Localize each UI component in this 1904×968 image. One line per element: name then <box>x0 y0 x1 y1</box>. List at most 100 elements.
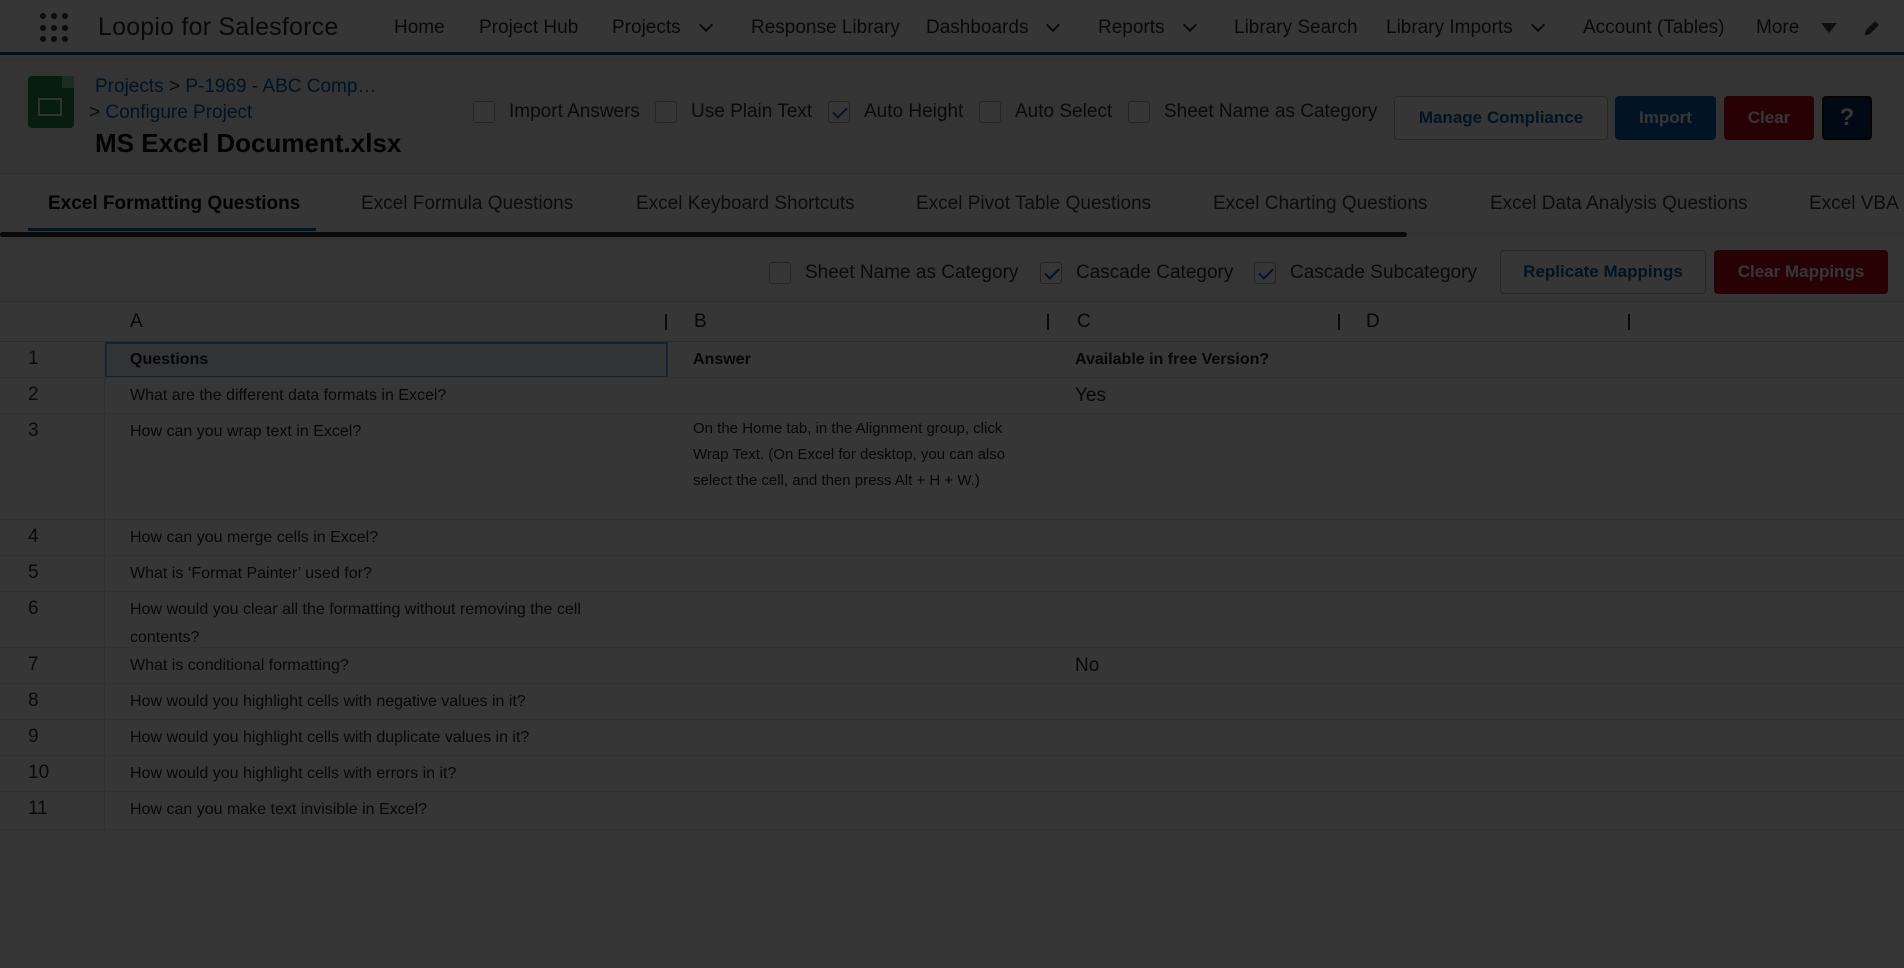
cell-a2[interactable]: What are the different data formats in E… <box>130 382 446 410</box>
nav-item-more[interactable]: More <box>1756 17 1838 39</box>
cell-a5[interactable]: What is ‘Format Painter’ used for? <box>130 560 372 588</box>
cell-a10[interactable]: How would you highlight cells with error… <box>130 760 456 788</box>
cascade-category-option[interactable]: Cascade Category <box>1040 262 1233 284</box>
cell-a11[interactable]: How can you make text invisible in Excel… <box>130 796 427 824</box>
tab-excel-formula-questions[interactable]: Excel Formula Questions <box>361 193 573 215</box>
nav-item-response-library[interactable]: Response Library <box>751 17 900 39</box>
nav-item-dashboards[interactable]: Dashboards <box>926 17 1061 39</box>
cell-b3[interactable]: On the Home tab, in the Alignment group,… <box>693 416 1011 494</box>
tab-excel-keyboard-shortcuts[interactable]: Excel Keyboard Shortcuts <box>636 193 855 215</box>
chevron-down-icon[interactable] <box>698 17 713 33</box>
import-answers-option[interactable]: Import Answers <box>473 101 640 123</box>
import-button[interactable]: Import <box>1615 96 1716 140</box>
nav-item-project-hub[interactable]: Project Hub <box>479 17 578 39</box>
chevron-down-icon[interactable] <box>1046 17 1061 33</box>
cell-a1[interactable]: Questions <box>130 346 208 374</box>
nav-item-library-search[interactable]: Library Search <box>1234 17 1358 39</box>
cascade-category-checkbox[interactable] <box>1040 262 1062 284</box>
column-resize-handle[interactable] <box>1628 314 1630 330</box>
column-resize-handle[interactable] <box>665 314 667 330</box>
tab-excel-vba[interactable]: Excel VBA <box>1809 193 1899 215</box>
use-plain-text-checkbox[interactable] <box>655 101 677 123</box>
cell-a7[interactable]: What is conditional formatting? <box>130 652 349 680</box>
table-row: 4 How can you merge cells in Excel? <box>0 520 1904 556</box>
breadcrumb-configure: > Configure Project <box>89 102 252 124</box>
use-plain-text-option[interactable]: Use Plain Text <box>655 101 812 123</box>
cell-a4[interactable]: How can you merge cells in Excel? <box>130 524 378 552</box>
option-label: Auto Height <box>864 101 964 122</box>
column-header-b[interactable]: B <box>690 303 707 341</box>
table-row: 9 How would you highlight cells with dup… <box>0 720 1904 756</box>
help-button[interactable]: ? <box>1822 96 1872 140</box>
clear-mappings-button[interactable]: Clear Mappings <box>1714 250 1888 294</box>
caret-down-icon[interactable] <box>1821 23 1838 33</box>
nav-item-reports[interactable]: Reports <box>1098 17 1197 39</box>
auto-height-checkbox[interactable] <box>828 101 850 123</box>
option-label: Sheet Name as Category <box>1164 101 1378 122</box>
table-row: 7 What is conditional formatting? No <box>0 648 1904 684</box>
spreadsheet-icon <box>28 76 74 128</box>
cascade-subcategory-checkbox[interactable] <box>1254 262 1276 284</box>
option-label: Sheet Name as Category <box>805 262 1019 283</box>
column-resize-handle[interactable] <box>1338 314 1340 330</box>
sheet-name-category-checkbox[interactable] <box>1128 101 1150 123</box>
cell-b1[interactable]: Answer <box>693 346 751 374</box>
row-number: 1 <box>28 348 39 369</box>
mapping-toolbar: Sheet Name as Category Cascade Category … <box>0 238 1904 302</box>
nav-item-home[interactable]: Home <box>394 17 445 39</box>
nav-item-projects[interactable]: Projects <box>612 17 713 39</box>
row-number: 2 <box>28 384 39 405</box>
sheet-name-category-option[interactable]: Sheet Name as Category <box>1128 101 1377 123</box>
auto-height-option[interactable]: Auto Height <box>828 101 963 123</box>
auto-select-option[interactable]: Auto Select <box>979 101 1112 123</box>
cell-c7[interactable]: No <box>1075 652 1099 680</box>
manage-compliance-button[interactable]: Manage Compliance <box>1394 96 1608 140</box>
row-number: 11 <box>28 798 48 819</box>
tab-excel-formatting-questions[interactable]: Excel Formatting Questions <box>48 193 300 215</box>
chevron-down-icon[interactable] <box>1530 17 1545 33</box>
auto-select-checkbox[interactable] <box>979 101 1001 123</box>
nav-item-account-tables[interactable]: Account (Tables) <box>1583 17 1725 39</box>
cascade-subcategory-option[interactable]: Cascade Subcategory <box>1254 262 1477 284</box>
column-header-a[interactable]: A <box>126 303 143 341</box>
replicate-mappings-button[interactable]: Replicate Mappings <box>1500 250 1706 294</box>
option-label: Use Plain Text <box>691 101 813 122</box>
row-number: 8 <box>28 690 39 711</box>
table-row: 10 How would you highlight cells with er… <box>0 756 1904 792</box>
global-nav: Loopio for Salesforce Home Project Hub P… <box>0 0 1904 55</box>
edit-nav-pencil-icon[interactable] <box>1862 18 1882 38</box>
option-label: Cascade Subcategory <box>1290 262 1477 283</box>
cell-a3[interactable]: How can you wrap text in Excel? <box>130 418 361 446</box>
cell-a8[interactable]: How would you highlight cells with negat… <box>130 688 526 716</box>
breadcrumb-project-link[interactable]: P-1969 - ABC Comp… <box>185 76 376 97</box>
column-header-d[interactable]: D <box>1362 303 1380 341</box>
column-header-c[interactable]: C <box>1073 303 1091 341</box>
row-number: 10 <box>28 762 50 783</box>
chevron-down-icon[interactable] <box>1182 17 1197 33</box>
breadcrumb-configure-link[interactable]: Configure Project <box>105 102 252 123</box>
cell-a9[interactable]: How would you highlight cells with dupli… <box>130 724 529 752</box>
clear-button[interactable]: Clear <box>1724 96 1814 140</box>
tabs-scrollbar[interactable] <box>0 232 1904 237</box>
breadcrumb-separator: > <box>89 102 101 123</box>
map-sheet-name-category-checkbox[interactable] <box>769 262 791 284</box>
tab-excel-data-analysis-questions[interactable]: Excel Data Analysis Questions <box>1490 193 1748 215</box>
app-launcher-icon[interactable] <box>40 13 74 43</box>
app-name: Loopio for Salesforce <box>98 13 339 41</box>
table-row: 6 How would you clear all the formatting… <box>0 592 1904 648</box>
active-tab-indicator <box>28 228 316 231</box>
cell-a6[interactable]: How would you clear all the formatting w… <box>130 596 650 652</box>
import-answers-checkbox[interactable] <box>473 101 495 123</box>
column-resize-handle[interactable] <box>1047 314 1049 330</box>
nav-item-library-imports[interactable]: Library Imports <box>1386 17 1545 39</box>
tab-excel-charting-questions[interactable]: Excel Charting Questions <box>1213 193 1427 215</box>
tab-excel-pivot-table-questions[interactable]: Excel Pivot Table Questions <box>916 193 1151 215</box>
table-row: 1 Questions Answer Available in free Ver… <box>0 342 1904 378</box>
breadcrumb-projects-link[interactable]: Projects <box>95 76 164 97</box>
cell-c2[interactable]: Yes <box>1075 382 1106 410</box>
map-sheet-name-category-option[interactable]: Sheet Name as Category <box>769 262 1018 284</box>
tabs-scrollbar-thumb[interactable] <box>0 232 1407 237</box>
cell-c1[interactable]: Available in free Version? <box>1075 346 1269 374</box>
table-row: 3 How can you wrap text in Excel? On the… <box>0 414 1904 520</box>
breadcrumb-separator: > <box>168 76 181 97</box>
